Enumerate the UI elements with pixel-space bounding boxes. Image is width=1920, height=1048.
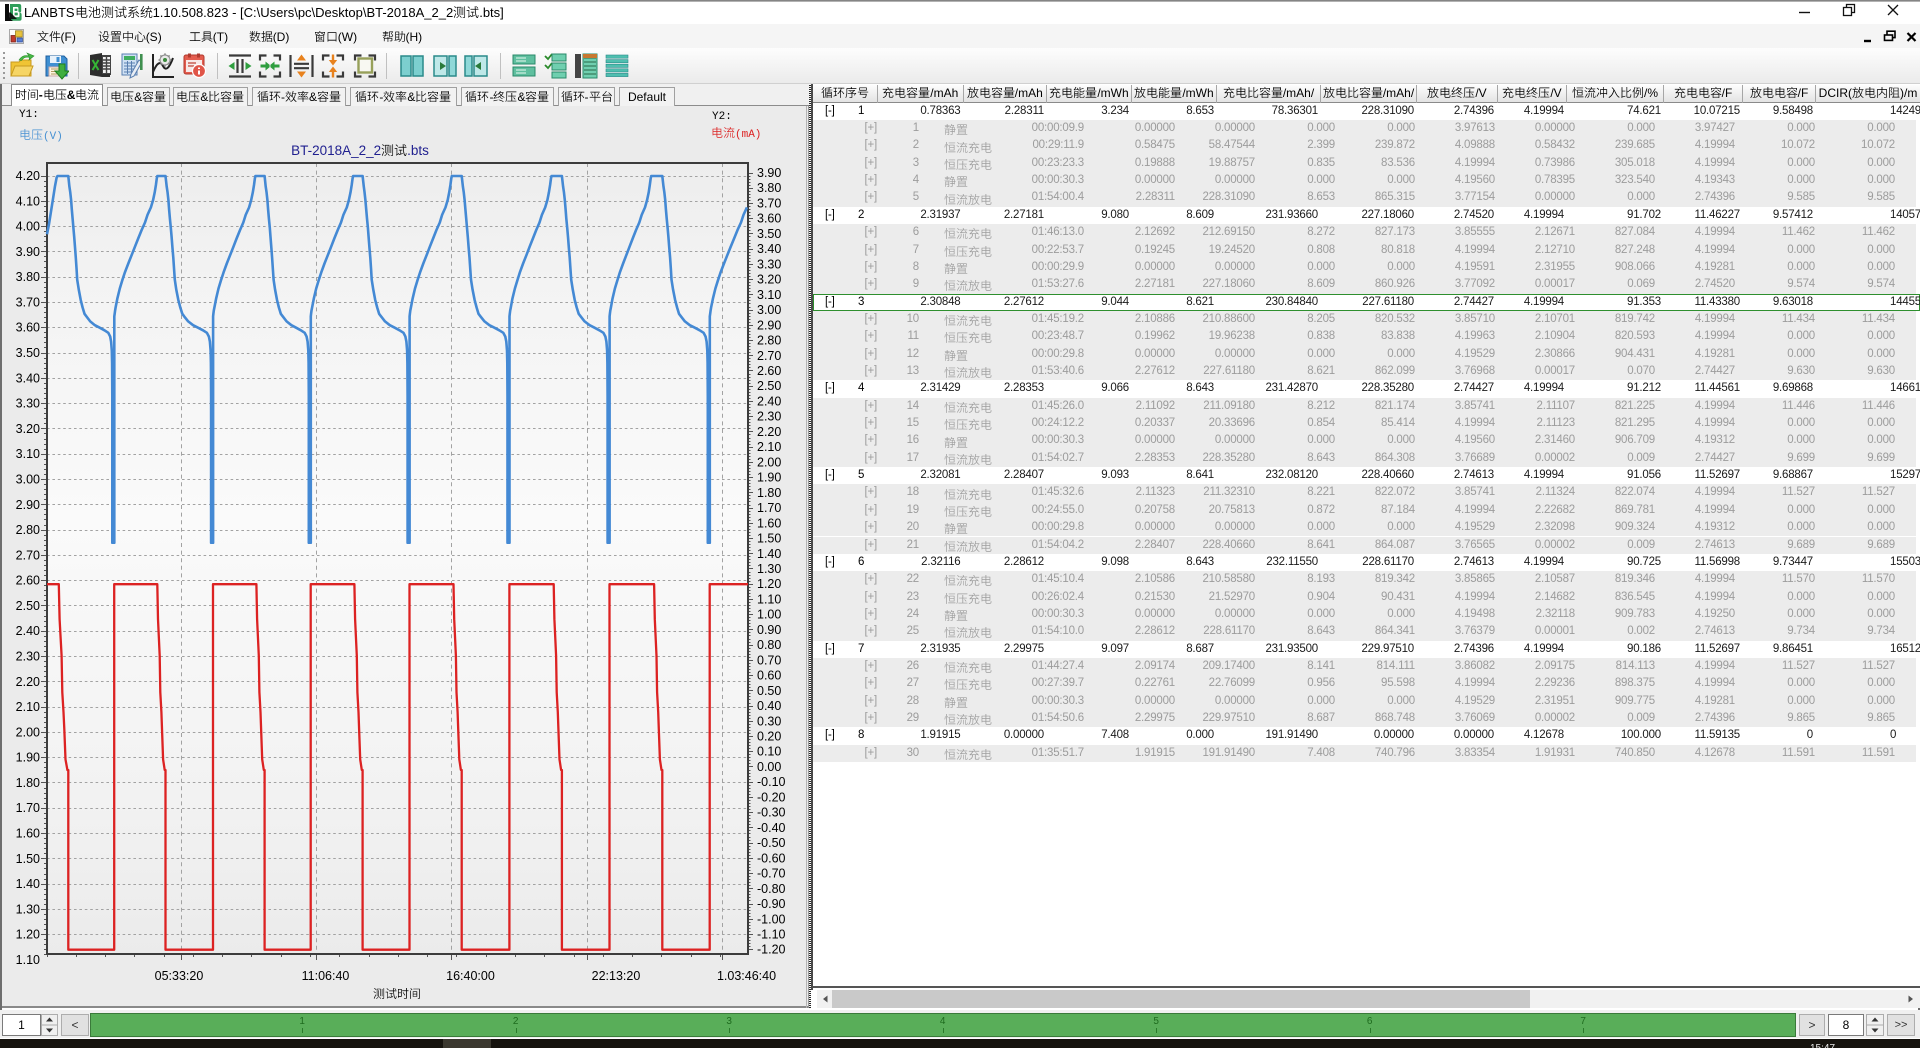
svg-text:-0.30: -0.30	[757, 806, 786, 820]
svg-text:1.30: 1.30	[16, 902, 40, 916]
svg-text:1.80: 1.80	[16, 776, 40, 790]
svg-text:-0.10: -0.10	[757, 775, 786, 789]
svg-text:1.10: 1.10	[16, 953, 40, 967]
svg-text:-1.00: -1.00	[757, 912, 786, 926]
svg-text:-0.80: -0.80	[757, 882, 786, 896]
svg-text:-0.20: -0.20	[757, 790, 786, 804]
svg-text:-1.10: -1.10	[757, 928, 786, 942]
svg-text:22:13:20: 22:13:20	[592, 969, 641, 983]
svg-text:-0.70: -0.70	[757, 867, 786, 881]
svg-text:1.50: 1.50	[16, 852, 40, 866]
svg-text:1.03:46:40: 1.03:46:40	[717, 969, 776, 983]
svg-text:1.20: 1.20	[16, 928, 40, 942]
svg-text:-0.90: -0.90	[757, 897, 786, 911]
svg-text:0.00: 0.00	[757, 760, 781, 774]
svg-text:1.60: 1.60	[16, 827, 40, 841]
svg-text:-1.20: -1.20	[757, 943, 786, 957]
svg-text:05:33:20: 05:33:20	[155, 969, 204, 983]
svg-text:16:40:00: 16:40:00	[446, 969, 495, 983]
svg-text:1.70: 1.70	[16, 801, 40, 815]
svg-text:-0.60: -0.60	[757, 851, 786, 865]
svg-text:1.40: 1.40	[16, 877, 40, 891]
svg-text:11:06:40: 11:06:40	[302, 969, 350, 983]
svg-text:-0.40: -0.40	[757, 821, 786, 835]
svg-text:-0.50: -0.50	[757, 836, 786, 850]
